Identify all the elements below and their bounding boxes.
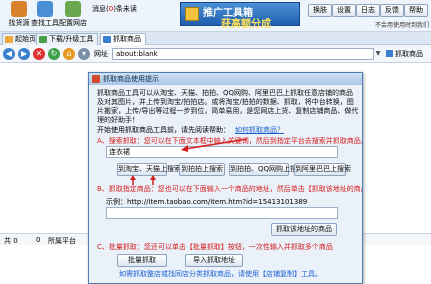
dialog-app-icon (92, 75, 100, 83)
configure-shop-label: 配置网店 (59, 19, 87, 27)
status-count: 0 (36, 236, 41, 244)
go-label: 抓取商品 (395, 50, 423, 58)
shop-copy-note: 如需抓取整店或找同店分类抓取商品，请使用【店铺复制】工具。 (119, 270, 322, 278)
usage-hint: 不会用使用时到我们 (374, 22, 429, 29)
refresh-icon[interactable]: ↻ (48, 48, 60, 60)
tab-bar: 起始页 下载/升级工具 抓取商品 (0, 32, 431, 45)
arrow-annotation-2 (130, 175, 156, 185)
promo-banner[interactable]: 推广工具箱 获高额分成 (180, 2, 300, 30)
tools-icon (37, 1, 53, 17)
fetch-icon (103, 36, 111, 43)
go-icon (386, 50, 393, 57)
batch-fetch-button[interactable]: 批量抓取 (117, 254, 167, 267)
fetch-url-product-button[interactable]: 抓取该地址的商品 (271, 223, 337, 236)
gift-icon (185, 7, 199, 21)
import-urls-button[interactable]: 导入抓取地址 (185, 254, 243, 267)
message-indicator[interactable]: 消息(0)条未读 (92, 4, 137, 14)
search-paipai-button[interactable]: 到拍拍上搜索 (179, 163, 225, 176)
main-toolbar: 找货源 查找工具 配置网店 消息(0)条未读 推广工具箱 获高额分成 换肤 设置… (0, 0, 431, 32)
example-url: 示例：http://item.taobao.com/item.htm?id=15… (106, 198, 308, 206)
fetch-product-go-button[interactable]: 抓取商品 (386, 49, 423, 59)
help-button[interactable]: 帮助 (404, 4, 428, 17)
fetch-usage-dialog: 抓取商品使用提示 抓取商品工具可以从淘宝、天猫、拍拍、QQ网购、阿里巴巴上抓取任… (88, 72, 363, 284)
dialog-intro-text: 抓取商品工具可以从淘宝、天猫、拍拍、QQ网购、阿里巴巴上抓取任意店铺的商品及对其… (97, 89, 359, 124)
tab-fetch-products[interactable]: 抓取商品 (100, 33, 146, 45)
tab-download-upgrade-label: 下载/升级工具 (49, 35, 94, 43)
back-icon[interactable]: ◀ (3, 48, 15, 60)
message-label: 消息( (92, 5, 109, 13)
home-icon (5, 36, 13, 43)
message-suffix: )条未读 (113, 5, 137, 13)
url-dropdown-icon[interactable]: ▼ (374, 48, 382, 60)
banner-line-2: 获高额分成 (221, 19, 271, 30)
stop-icon[interactable]: ✕ (33, 48, 45, 60)
tab-download-upgrade[interactable]: 下载/升级工具 (36, 33, 99, 45)
product-url-input[interactable] (106, 207, 338, 219)
feedback-button[interactable]: 反馈 (380, 4, 404, 17)
arrow-annotation-1 (181, 138, 248, 152)
search-paipai-qq-button[interactable]: 到拍拍、QQ网购上搜索 (229, 163, 304, 176)
home-nav-icon[interactable]: ⌂ (63, 48, 75, 60)
tab-fetch-products-label: 抓取商品 (113, 35, 141, 43)
gear-icon (65, 1, 81, 17)
how-to-fetch-link[interactable]: 如何抓取商品？ (235, 125, 284, 135)
search-source-icon (11, 1, 27, 17)
navigation-bar: ◀ ▶ ✕ ↻ ⌂ ▾ 网址 about:blank ▼ 抓取商品 (0, 45, 431, 63)
help-prompt: 开始使用抓取商品工具前，请先阅读帮助： (97, 126, 230, 134)
forward-icon[interactable]: ▶ (18, 48, 30, 60)
step-c-text: C、批量抓取：您还可以单击【批量抓取】按钮，一次性输入并抓取多个商品 (97, 243, 333, 251)
url-input[interactable]: about:blank (112, 48, 374, 60)
dropdown-icon[interactable]: ▾ (78, 48, 90, 60)
dialog-title-bar: 抓取商品使用提示 (89, 73, 362, 85)
skin-button[interactable]: 换肤 (308, 4, 332, 17)
log-button[interactable]: 日志 (356, 4, 380, 17)
dialog-title: 抓取商品使用提示 (103, 75, 159, 83)
url-label: 网址 (94, 50, 108, 58)
configure-shop-tool[interactable]: 配置网店 (56, 1, 90, 28)
settings-button[interactable]: 设置 (332, 4, 356, 17)
search-alibaba-button[interactable]: 到阿里巴巴上搜索 (294, 163, 351, 176)
download-icon (39, 36, 47, 43)
tab-start-page-label: 起始页 (15, 35, 36, 43)
